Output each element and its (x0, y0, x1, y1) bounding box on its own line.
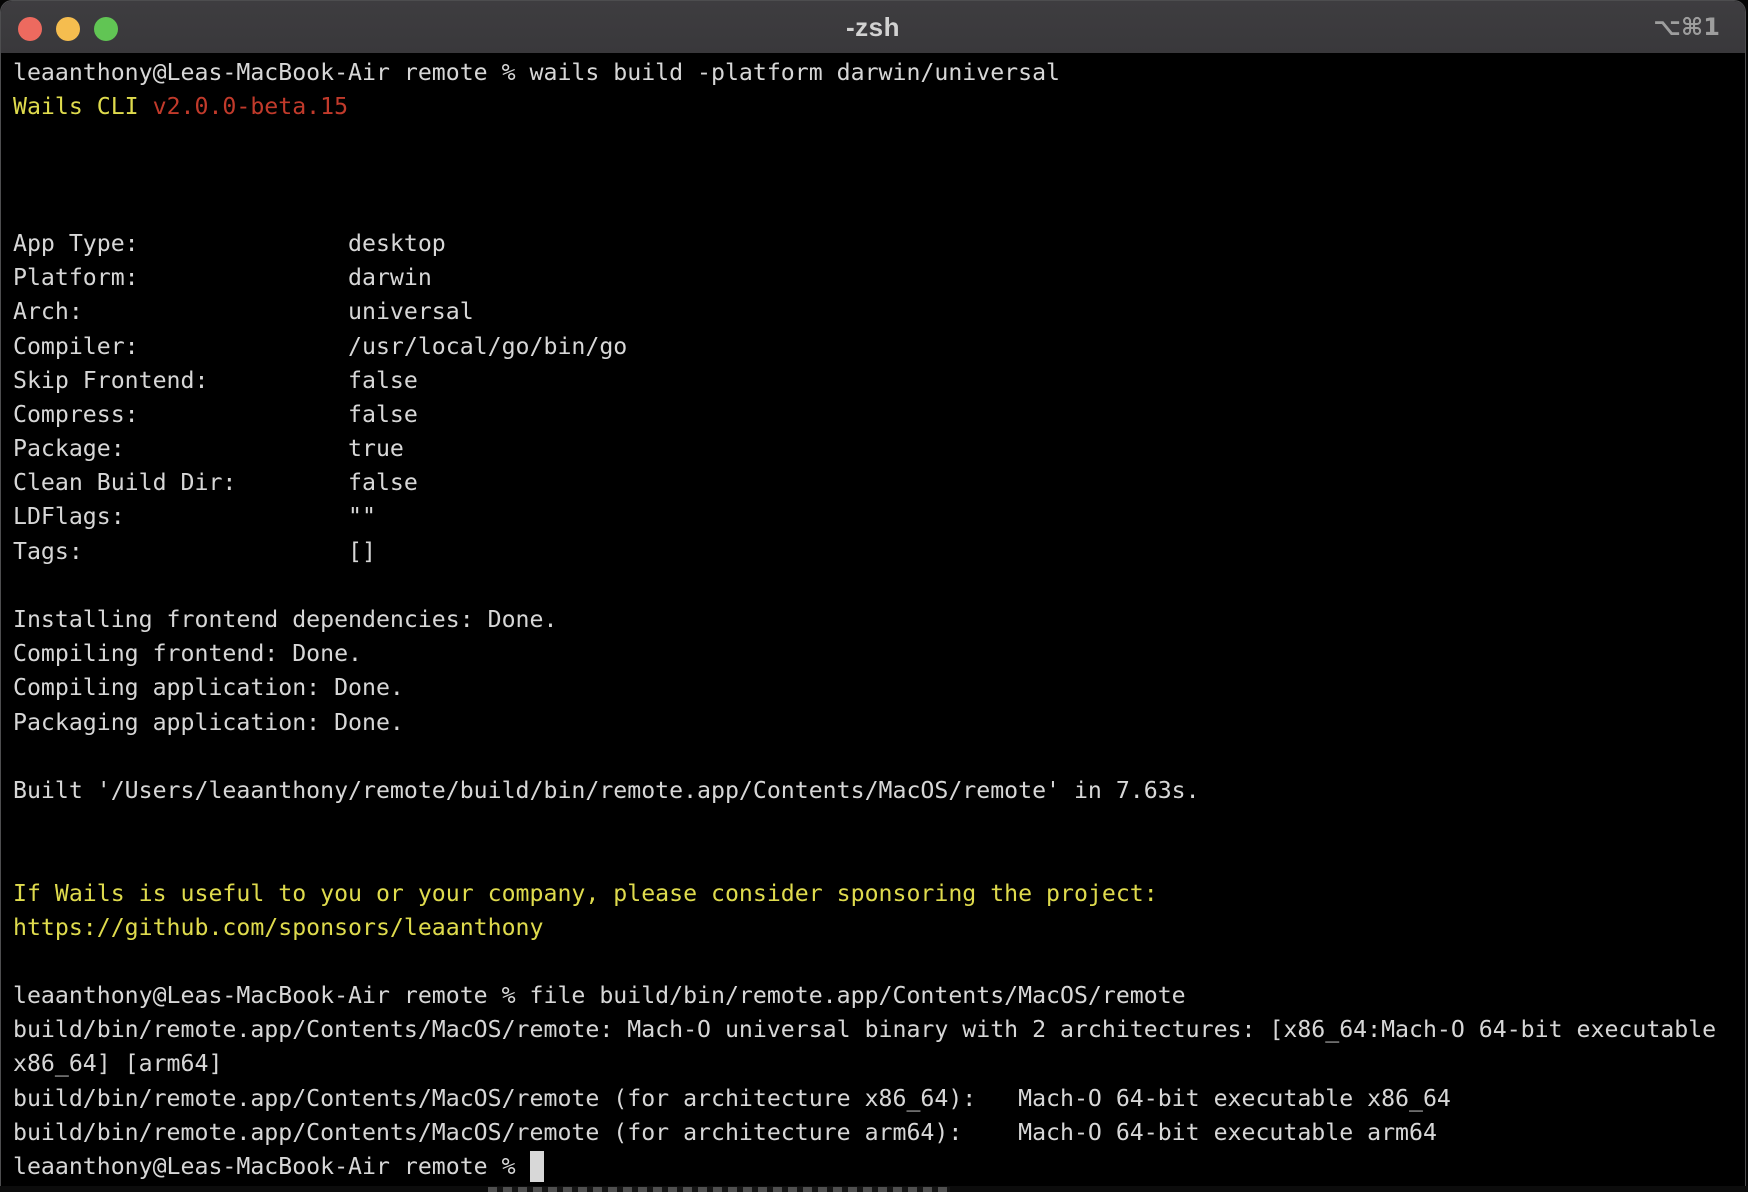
terminal-line: build/bin/remote.app/Contents/MacOS/remo… (13, 1082, 1733, 1116)
terminal-segment: build/bin/remote.app/Contents/MacOS/remo… (13, 1119, 1437, 1146)
terminal-line: Installing frontend dependencies: Done. (13, 603, 1733, 637)
clipped-text-marks (488, 1187, 950, 1192)
terminal-cursor (530, 1151, 544, 1182)
terminal-segment: Compress: false (13, 401, 418, 428)
terminal-line (13, 842, 1733, 876)
terminal-segment: Skip Frontend: false (13, 367, 418, 394)
terminal-line: Built '/Users/leaanthony/remote/build/bi… (13, 774, 1733, 808)
terminal-line: If Wails is useful to you or your compan… (13, 877, 1733, 911)
terminal-line: Compress: false (13, 398, 1733, 432)
terminal-segment: Packaging application: Done. (13, 709, 404, 736)
terminal-segment: Compiling frontend: Done. (13, 640, 362, 667)
terminal-line: Compiling application: Done. (13, 671, 1733, 705)
terminal-segment: build/bin/remote.app/Contents/MacOS/remo… (13, 1016, 1716, 1043)
terminal-segment: Wails CLI (13, 93, 153, 120)
terminal-segment: Compiling application: Done. (13, 674, 404, 701)
terminal-line: leaanthony@Leas-MacBook-Air remote % wai… (13, 56, 1733, 90)
tab-shortcut-label: ⌥⌘1 (1653, 1, 1720, 53)
terminal-line (13, 193, 1733, 227)
terminal-line (13, 569, 1733, 603)
terminal-line: Compiler: /usr/local/go/bin/go (13, 330, 1733, 364)
terminal-segment: leaanthony@Leas-MacBook-Air remote % fil… (13, 982, 1186, 1009)
terminal-segment: leaanthony@Leas-MacBook-Air remote % wai… (13, 59, 1060, 86)
terminal-line: Clean Build Dir: false (13, 466, 1733, 500)
terminal-segment: Built '/Users/leaanthony/remote/build/bi… (13, 777, 1200, 804)
terminal-segment: leaanthony@Leas-MacBook-Air remote % (13, 1153, 530, 1180)
terminal-line: leaanthony@Leas-MacBook-Air remote % fil… (13, 979, 1733, 1013)
terminal-segment: LDFlags: "" (13, 503, 376, 530)
terminal-line: Compiling frontend: Done. (13, 637, 1733, 671)
terminal-line (13, 159, 1733, 193)
terminal-segment: Tags: [] (13, 538, 376, 565)
terminal-line: Package: true (13, 432, 1733, 466)
terminal-window: -zsh ⌥⌘1 leaanthony@Leas-MacBook-Air rem… (0, 0, 1746, 1186)
terminal-line: Tags: [] (13, 535, 1733, 569)
terminal-content[interactable]: leaanthony@Leas-MacBook-Air remote % wai… (1, 53, 1745, 1186)
terminal-segment: If Wails is useful to you or your compan… (13, 880, 1158, 907)
terminal-segment: x86_64] [arm64] (13, 1050, 222, 1077)
terminal-segment: Arch: universal (13, 298, 474, 325)
terminal-segment: build/bin/remote.app/Contents/MacOS/remo… (13, 1085, 1451, 1112)
terminal-line: App Type: desktop (13, 227, 1733, 261)
desktop-background: -zsh ⌥⌘1 leaanthony@Leas-MacBook-Air rem… (0, 0, 1748, 1192)
terminal-line: Arch: universal (13, 295, 1733, 329)
terminal-segment: Platform: darwin (13, 264, 432, 291)
terminal-segment: v2.0.0-beta.15 (153, 93, 348, 120)
terminal-line: build/bin/remote.app/Contents/MacOS/remo… (13, 1116, 1733, 1150)
terminal-line (13, 740, 1733, 774)
terminal-line: Skip Frontend: false (13, 364, 1733, 398)
terminal-line: Packaging application: Done. (13, 706, 1733, 740)
terminal-line: x86_64] [arm64] (13, 1047, 1733, 1081)
terminal-line: build/bin/remote.app/Contents/MacOS/remo… (13, 1013, 1733, 1047)
terminal-line: https://github.com/sponsors/leaanthony (13, 911, 1733, 945)
terminal-line (13, 808, 1733, 842)
terminal-segment: Installing frontend dependencies: Done. (13, 606, 557, 633)
terminal-line: leaanthony@Leas-MacBook-Air remote % (13, 1150, 1733, 1184)
terminal-segment: Package: true (13, 435, 404, 462)
terminal-line: Wails CLI v2.0.0-beta.15 (13, 90, 1733, 124)
terminal-segment: App Type: desktop (13, 230, 446, 257)
terminal-segment: Compiler: /usr/local/go/bin/go (13, 333, 627, 360)
terminal-segment: https://github.com/sponsors/leaanthony (13, 914, 543, 941)
terminal-line: Platform: darwin (13, 261, 1733, 295)
terminal-line (13, 945, 1733, 979)
background-window-sliver (0, 1186, 1748, 1192)
window-titlebar[interactable]: -zsh ⌥⌘1 (1, 1, 1745, 54)
terminal-line (13, 124, 1733, 158)
terminal-line: LDFlags: "" (13, 500, 1733, 534)
window-title: -zsh (1, 1, 1745, 53)
terminal-segment: Clean Build Dir: false (13, 469, 418, 496)
